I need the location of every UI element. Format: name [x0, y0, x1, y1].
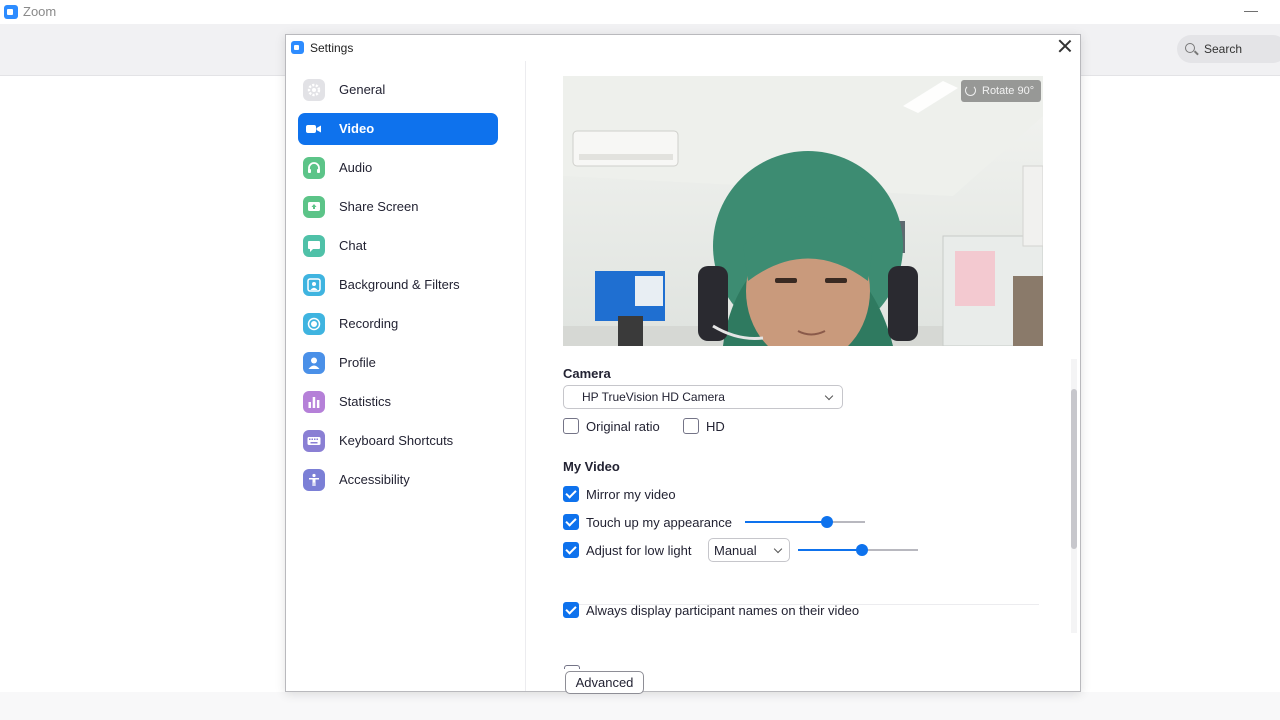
sidebar-item-label: Profile [339, 355, 376, 370]
sidebar-item-label: Chat [339, 238, 367, 253]
participant-names-checkbox[interactable] [563, 602, 579, 618]
low-light-slider[interactable] [798, 544, 918, 556]
search-label: Search [1204, 42, 1243, 56]
mirror-video-label: Mirror my video [586, 487, 676, 502]
low-light-mode-value: Manual [714, 543, 757, 558]
app-titlebar: Zoom — [0, 0, 1280, 24]
original-ratio-label: Original ratio [586, 419, 660, 434]
camera-select[interactable]: HP TrueVision HD Camera [563, 385, 843, 409]
low-light-checkbox[interactable] [563, 542, 579, 558]
mirror-video-checkbox[interactable] [563, 486, 579, 502]
sidebar-item-label: Background & Filters [339, 277, 460, 292]
minimize-button[interactable]: — [1244, 2, 1258, 18]
rotate-icon [965, 85, 976, 96]
sidebar-item-label: Statistics [339, 394, 392, 409]
touch-up-slider[interactable] [745, 516, 865, 528]
sidebar-item-label: Accessibility [339, 472, 410, 487]
low-light-mode-select[interactable]: Manual [708, 538, 790, 562]
bar-chart-icon [303, 391, 325, 413]
video-settings-panel: Rotate 90° Camera HP TrueVision HD Camer… [527, 61, 1080, 694]
sidebar-item-label: General [339, 82, 386, 97]
hd-checkbox[interactable] [683, 418, 699, 434]
video-camera-icon [303, 118, 325, 140]
headphones-icon [303, 157, 325, 179]
sidebar-item-keyboard-shortcuts[interactable]: Keyboard Shortcuts [298, 425, 498, 457]
sidebar-item-label: Keyboard Shortcuts [339, 433, 454, 448]
dialog-title: Settings [310, 41, 354, 55]
close-button[interactable] [1058, 39, 1072, 53]
record-icon [303, 313, 325, 335]
sidebar-item-chat[interactable]: Chat [298, 230, 498, 262]
hd-label: HD [706, 419, 725, 434]
sidebar-item-general[interactable]: General [298, 74, 498, 106]
slider-fill [798, 549, 862, 551]
advanced-button[interactable]: Advanced [565, 671, 644, 694]
settings-dialog: Settings General Video Audio Share Scree… [285, 34, 1081, 694]
scrollbar-thumb[interactable] [1071, 389, 1077, 549]
original-ratio-checkbox[interactable] [563, 418, 579, 434]
rotate-label: Rotate 90° [982, 85, 1035, 97]
user-icon [303, 352, 325, 374]
sidebar-item-background-filters[interactable]: Background & Filters [298, 269, 498, 301]
accessibility-icon [303, 469, 325, 491]
app-title: Zoom [23, 4, 57, 19]
low-light-label: Adjust for low light [586, 543, 692, 558]
app-footer [0, 692, 1280, 720]
sidebar-item-label: Recording [339, 316, 399, 331]
sidebar-item-label: Share Screen [339, 199, 419, 214]
partially-hidden-checkbox[interactable] [564, 665, 580, 669]
sidebar-item-accessibility[interactable]: Accessibility [298, 464, 498, 496]
settings-sidebar: General Video Audio Share Screen Chat Ba… [286, 61, 526, 691]
slider-thumb[interactable] [820, 516, 833, 528]
gear-icon [303, 79, 325, 101]
sidebar-item-recording[interactable]: Recording [298, 308, 498, 340]
share-screen-icon [303, 196, 325, 218]
content-scrollbar[interactable] [1071, 359, 1077, 633]
slider-thumb[interactable] [855, 544, 868, 556]
chevron-down-icon [773, 544, 783, 554]
person-background-icon [303, 274, 325, 296]
participant-names-label: Always display participant names on thei… [586, 603, 860, 618]
sidebar-item-profile[interactable]: Profile [298, 347, 498, 379]
sidebar-item-video[interactable]: Video [298, 113, 498, 145]
camera-section-title: Camera [563, 366, 611, 381]
search-box[interactable]: Search [1177, 35, 1280, 63]
slider-fill [745, 521, 827, 523]
sidebar-item-label: Video [339, 121, 375, 136]
chat-bubble-icon [303, 235, 325, 257]
keyboard-icon [303, 430, 325, 452]
sidebar-item-share-screen[interactable]: Share Screen [298, 191, 498, 223]
sidebar-item-label: Audio [339, 160, 373, 175]
my-video-section-title: My Video [563, 459, 620, 474]
zoom-logo-icon [291, 41, 304, 54]
touch-up-label: Touch up my appearance [586, 515, 732, 530]
sidebar-item-statistics[interactable]: Statistics [298, 386, 498, 418]
zoom-logo-icon [4, 5, 18, 19]
dialog-titlebar: Settings [286, 35, 1080, 61]
camera-select-value: HP TrueVision HD Camera [582, 390, 725, 404]
touch-up-checkbox[interactable] [563, 514, 579, 530]
sidebar-item-audio[interactable]: Audio [298, 152, 498, 184]
search-icon [1185, 43, 1195, 53]
video-preview: Rotate 90° [563, 76, 1043, 346]
chevron-down-icon [824, 391, 834, 401]
camera-feed-image [563, 76, 1043, 346]
rotate-90-button[interactable]: Rotate 90° [961, 80, 1041, 102]
